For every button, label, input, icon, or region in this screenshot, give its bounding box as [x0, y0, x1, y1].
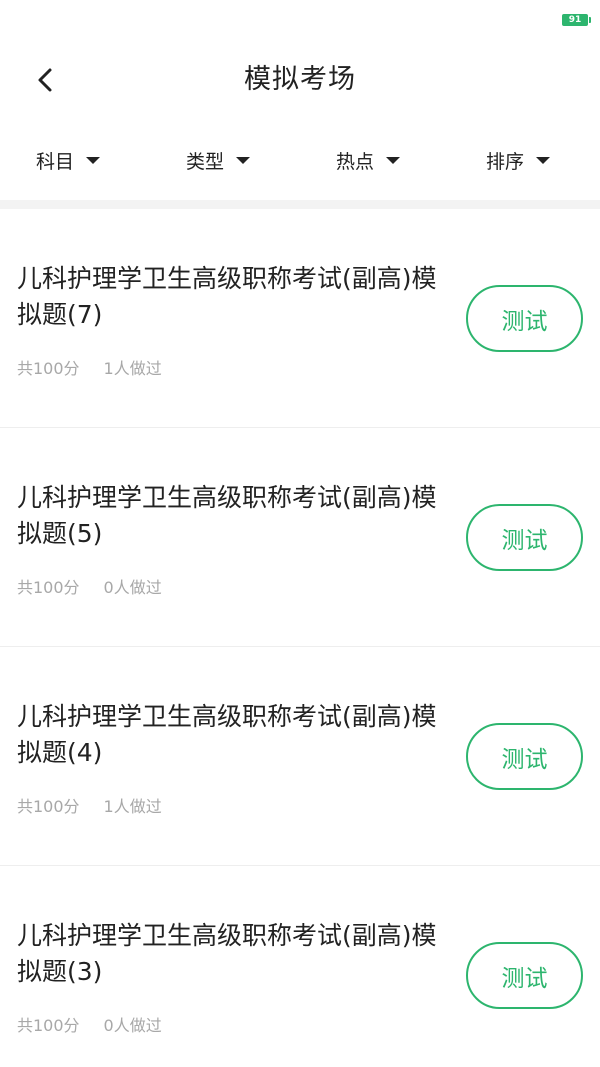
exam-card[interactable]: 儿科护理学卫生高级职称考试(副高)模拟题(4) 共100分 1人做过 测试 — [0, 647, 600, 866]
exam-card[interactable]: 儿科护理学卫生高级职称考试(副高)模拟题(7) 共100分 1人做过 测试 — [0, 209, 600, 428]
exam-meta: 共100分 0人做过 — [17, 1012, 162, 1036]
battery-icon: 91 — [562, 14, 591, 26]
test-button[interactable]: 测试 — [466, 942, 583, 1009]
exam-score: 共100分 — [17, 1016, 80, 1035]
exam-card[interactable]: 儿科护理学卫生高级职称考试(副高)模拟题(5) 共100分 0人做过 测试 — [0, 428, 600, 647]
section-divider — [0, 200, 600, 209]
filter-hot[interactable]: 热点 — [300, 120, 450, 200]
exam-title: 儿科护理学卫生高级职称考试(副高)模拟题(3) — [17, 921, 437, 986]
page-title: 模拟考场 — [244, 64, 356, 95]
filter-label: 热点 — [336, 150, 375, 173]
exam-card[interactable]: 儿科护理学卫生高级职称考试(副高)模拟题(3) 共100分 0人做过 测试 — [0, 866, 600, 1067]
exam-score: 共100分 — [17, 578, 80, 597]
filter-label: 排序 — [486, 150, 525, 173]
exam-list: 儿科护理学卫生高级职称考试(副高)模拟题(7) 共100分 1人做过 测试 儿科… — [0, 209, 600, 1067]
exam-title: 儿科护理学卫生高级职称考试(副高)模拟题(7) — [17, 264, 437, 329]
test-button[interactable]: 测试 — [466, 723, 583, 790]
exam-score: 共100分 — [17, 359, 80, 378]
filter-label: 科目 — [36, 150, 75, 173]
caret-down-icon — [236, 156, 251, 164]
filter-label: 类型 — [186, 150, 225, 173]
caret-down-icon — [86, 156, 101, 164]
caret-down-icon — [536, 156, 551, 164]
caret-down-icon — [386, 156, 401, 164]
exam-taken-count: 0人做过 — [103, 1016, 162, 1035]
status-bar: 91 — [0, 0, 600, 40]
filter-sort[interactable]: 排序 — [450, 120, 600, 200]
exam-title: 儿科护理学卫生高级职称考试(副高)模拟题(5) — [17, 483, 437, 548]
header: 模拟考场 — [0, 40, 600, 120]
exam-score: 共100分 — [17, 797, 80, 816]
test-button[interactable]: 测试 — [466, 504, 583, 571]
exam-meta: 共100分 1人做过 — [17, 355, 162, 379]
exam-taken-count: 0人做过 — [103, 578, 162, 597]
filter-subject[interactable]: 科目 — [0, 120, 150, 200]
exam-title: 儿科护理学卫生高级职称考试(副高)模拟题(4) — [17, 702, 437, 767]
exam-meta: 共100分 0人做过 — [17, 574, 162, 598]
exam-taken-count: 1人做过 — [103, 359, 162, 378]
filter-type[interactable]: 类型 — [150, 120, 300, 200]
filter-bar: 科目 类型 热点 排序 — [0, 120, 600, 200]
test-button[interactable]: 测试 — [466, 285, 583, 352]
exam-taken-count: 1人做过 — [103, 797, 162, 816]
exam-meta: 共100分 1人做过 — [17, 793, 162, 817]
